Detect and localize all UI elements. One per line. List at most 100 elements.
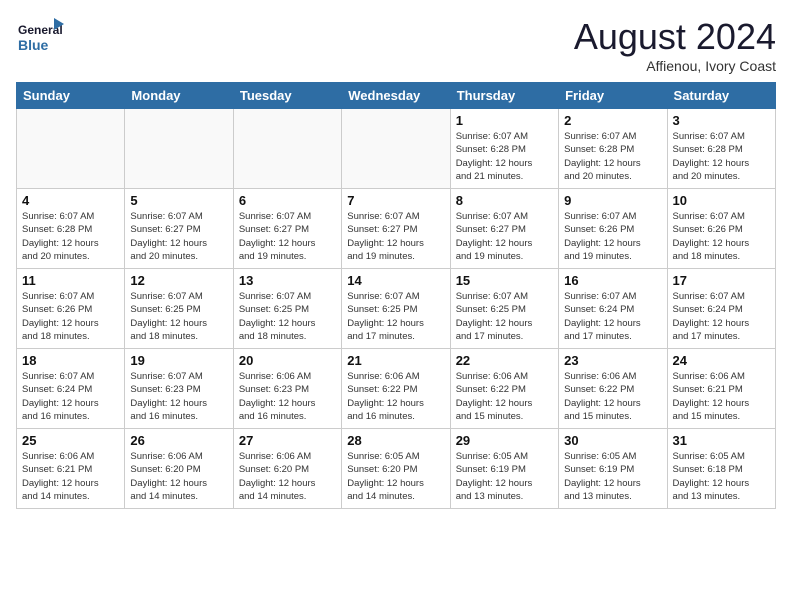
cell-info: Sunrise: 6:07 AM Sunset: 6:28 PM Dayligh… <box>673 130 770 183</box>
logo-icon: General Blue <box>16 16 66 65</box>
cell-info: Sunrise: 6:07 AM Sunset: 6:25 PM Dayligh… <box>130 290 227 343</box>
cell-info: Sunrise: 6:06 AM Sunset: 6:20 PM Dayligh… <box>239 450 336 503</box>
calendar-cell: 24Sunrise: 6:06 AM Sunset: 6:21 PM Dayli… <box>667 349 775 429</box>
weekday-header-monday: Monday <box>125 83 233 109</box>
week-row-2: 4 Sunrise: 6:07 AM Sunset: 6:28 PM Daylig… <box>17 189 776 269</box>
calendar-cell <box>17 109 125 189</box>
cell-info: Sunrise: 6:05 AM Sunset: 6:19 PM Dayligh… <box>456 450 553 503</box>
cell-info: Sunrise: 6:07 AM Sunset: 6:25 PM Dayligh… <box>456 290 553 343</box>
day-number: 27 <box>239 433 336 448</box>
week-row-1: 1Sunrise: 6:07 AM Sunset: 6:28 PM Daylig… <box>17 109 776 189</box>
cell-info: Sunrise: 6:05 AM Sunset: 6:20 PM Dayligh… <box>347 450 444 503</box>
week-row-3: 11Sunrise: 6:07 AM Sunset: 6:26 PM Dayli… <box>17 269 776 349</box>
subtitle: Affienou, Ivory Coast <box>574 58 776 74</box>
calendar-cell: 9Sunrise: 6:07 AM Sunset: 6:26 PM Daylig… <box>559 189 667 269</box>
title-block: August 2024 Affienou, Ivory Coast <box>574 16 776 74</box>
day-number: 30 <box>564 433 661 448</box>
day-number: 13 <box>239 273 336 288</box>
cell-info: Sunrise: 6:06 AM Sunset: 6:22 PM Dayligh… <box>347 370 444 423</box>
day-number: 22 <box>456 353 553 368</box>
weekday-header-friday: Friday <box>559 83 667 109</box>
week-row-4: 18 Sunrise: 6:07 AM Sunset: 6:24 PM Dayli… <box>17 349 776 429</box>
calendar-cell: 22 Sunrise: 6:06 AM Sunset: 6:22 PM Dayli… <box>450 349 558 429</box>
weekday-header-row: SundayMondayTuesdayWednesdayThursdayFrid… <box>17 83 776 109</box>
calendar-cell: 8 Sunrise: 6:07 AM Sunset: 6:27 PM Daylig… <box>450 189 558 269</box>
day-number: 18 <box>22 353 119 368</box>
day-number: 9 <box>564 193 661 208</box>
calendar-cell: 31 Sunrise: 6:05 AM Sunset: 6:18 PM Dayli… <box>667 429 775 509</box>
calendar-cell: 23 Sunrise: 6:06 AM Sunset: 6:22 PM Dayli… <box>559 349 667 429</box>
calendar-cell: 2 Sunrise: 6:07 AM Sunset: 6:28 PM Daylig… <box>559 109 667 189</box>
svg-text:Blue: Blue <box>18 37 49 53</box>
day-number: 6 <box>239 193 336 208</box>
calendar-cell: 4 Sunrise: 6:07 AM Sunset: 6:28 PM Daylig… <box>17 189 125 269</box>
day-number: 3 <box>673 113 770 128</box>
calendar-cell <box>342 109 450 189</box>
calendar-cell: 26Sunrise: 6:06 AM Sunset: 6:20 PM Dayli… <box>125 429 233 509</box>
cell-info: Sunrise: 6:07 AM Sunset: 6:25 PM Dayligh… <box>347 290 444 343</box>
calendar-cell: 7 Sunrise: 6:07 AM Sunset: 6:27 PM Daylig… <box>342 189 450 269</box>
calendar-cell: 28Sunrise: 6:05 AM Sunset: 6:20 PM Dayli… <box>342 429 450 509</box>
day-number: 29 <box>456 433 553 448</box>
day-number: 12 <box>130 273 227 288</box>
cell-info: Sunrise: 6:07 AM Sunset: 6:28 PM Dayligh… <box>456 130 553 183</box>
calendar-cell: 13 Sunrise: 6:07 AM Sunset: 6:25 PM Dayli… <box>233 269 341 349</box>
cell-info: Sunrise: 6:07 AM Sunset: 6:27 PM Dayligh… <box>456 210 553 263</box>
day-number: 10 <box>673 193 770 208</box>
cell-info: Sunrise: 6:07 AM Sunset: 6:27 PM Dayligh… <box>130 210 227 263</box>
calendar-cell: 30 Sunrise: 6:05 AM Sunset: 6:19 PM Dayli… <box>559 429 667 509</box>
calendar-cell <box>125 109 233 189</box>
cell-info: Sunrise: 6:06 AM Sunset: 6:22 PM Dayligh… <box>564 370 661 423</box>
calendar-cell: 17Sunrise: 6:07 AM Sunset: 6:24 PM Dayli… <box>667 269 775 349</box>
cell-info: Sunrise: 6:06 AM Sunset: 6:22 PM Dayligh… <box>456 370 553 423</box>
weekday-header-thursday: Thursday <box>450 83 558 109</box>
cell-info: Sunrise: 6:07 AM Sunset: 6:28 PM Dayligh… <box>564 130 661 183</box>
calendar-cell: 12 Sunrise: 6:07 AM Sunset: 6:25 PM Dayli… <box>125 269 233 349</box>
calendar-cell: 25 Sunrise: 6:06 AM Sunset: 6:21 PM Dayli… <box>17 429 125 509</box>
cell-info: Sunrise: 6:05 AM Sunset: 6:18 PM Dayligh… <box>673 450 770 503</box>
day-number: 19 <box>130 353 227 368</box>
weekday-header-wednesday: Wednesday <box>342 83 450 109</box>
calendar-cell: 21Sunrise: 6:06 AM Sunset: 6:22 PM Dayli… <box>342 349 450 429</box>
day-number: 20 <box>239 353 336 368</box>
weekday-header-sunday: Sunday <box>17 83 125 109</box>
day-number: 4 <box>22 193 119 208</box>
day-number: 14 <box>347 273 444 288</box>
day-number: 2 <box>564 113 661 128</box>
calendar-cell: 11Sunrise: 6:07 AM Sunset: 6:26 PM Dayli… <box>17 269 125 349</box>
cell-info: Sunrise: 6:07 AM Sunset: 6:25 PM Dayligh… <box>239 290 336 343</box>
cell-info: Sunrise: 6:07 AM Sunset: 6:24 PM Dayligh… <box>673 290 770 343</box>
calendar-table: SundayMondayTuesdayWednesdayThursdayFrid… <box>16 82 776 509</box>
day-number: 8 <box>456 193 553 208</box>
calendar-cell: 29 Sunrise: 6:05 AM Sunset: 6:19 PM Dayli… <box>450 429 558 509</box>
day-number: 16 <box>564 273 661 288</box>
cell-info: Sunrise: 6:06 AM Sunset: 6:23 PM Dayligh… <box>239 370 336 423</box>
day-number: 31 <box>673 433 770 448</box>
day-number: 24 <box>673 353 770 368</box>
cell-info: Sunrise: 6:05 AM Sunset: 6:19 PM Dayligh… <box>564 450 661 503</box>
cell-info: Sunrise: 6:06 AM Sunset: 6:20 PM Dayligh… <box>130 450 227 503</box>
page-header: General Blue August 2024 Affienou, Ivory… <box>16 16 776 74</box>
cell-info: Sunrise: 6:07 AM Sunset: 6:26 PM Dayligh… <box>22 290 119 343</box>
day-number: 23 <box>564 353 661 368</box>
calendar-cell: 5Sunrise: 6:07 AM Sunset: 6:27 PM Daylig… <box>125 189 233 269</box>
calendar-cell: 16Sunrise: 6:07 AM Sunset: 6:24 PM Dayli… <box>559 269 667 349</box>
calendar-cell: 14 Sunrise: 6:07 AM Sunset: 6:25 PM Dayli… <box>342 269 450 349</box>
month-title: August 2024 <box>574 16 776 58</box>
day-number: 15 <box>456 273 553 288</box>
cell-info: Sunrise: 6:06 AM Sunset: 6:21 PM Dayligh… <box>22 450 119 503</box>
calendar-cell: 27 Sunrise: 6:06 AM Sunset: 6:20 PM Dayli… <box>233 429 341 509</box>
cell-info: Sunrise: 6:07 AM Sunset: 6:27 PM Dayligh… <box>239 210 336 263</box>
week-row-5: 25 Sunrise: 6:06 AM Sunset: 6:21 PM Dayli… <box>17 429 776 509</box>
cell-info: Sunrise: 6:07 AM Sunset: 6:27 PM Dayligh… <box>347 210 444 263</box>
cell-info: Sunrise: 6:07 AM Sunset: 6:24 PM Dayligh… <box>22 370 119 423</box>
day-number: 7 <box>347 193 444 208</box>
cell-info: Sunrise: 6:07 AM Sunset: 6:28 PM Dayligh… <box>22 210 119 263</box>
day-number: 25 <box>22 433 119 448</box>
calendar-cell: 1Sunrise: 6:07 AM Sunset: 6:28 PM Daylig… <box>450 109 558 189</box>
logo: General Blue <box>16 16 66 65</box>
calendar-cell: 18 Sunrise: 6:07 AM Sunset: 6:24 PM Dayli… <box>17 349 125 429</box>
calendar-cell: 10 Sunrise: 6:07 AM Sunset: 6:26 PM Dayli… <box>667 189 775 269</box>
cell-info: Sunrise: 6:07 AM Sunset: 6:26 PM Dayligh… <box>673 210 770 263</box>
calendar-cell: 6 Sunrise: 6:07 AM Sunset: 6:27 PM Daylig… <box>233 189 341 269</box>
